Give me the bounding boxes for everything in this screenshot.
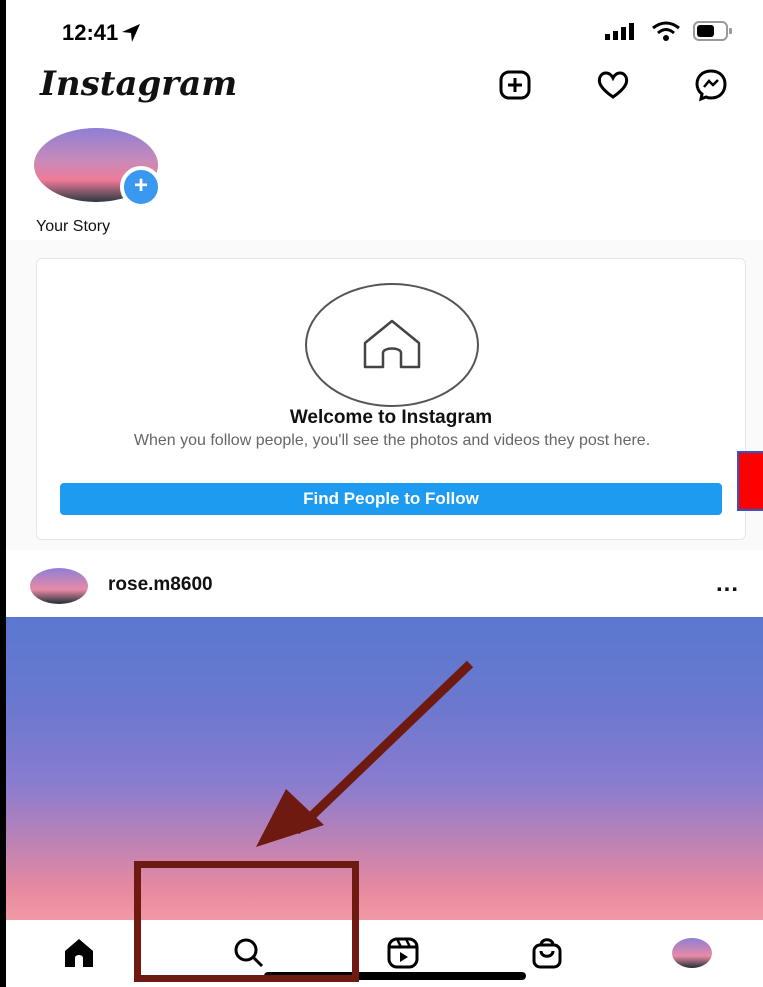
profile-avatar[interactable] — [672, 938, 712, 968]
status-time: 12:41 — [62, 20, 119, 45]
your-story-label: Your Story — [36, 218, 111, 235]
post-avatar[interactable] — [30, 568, 88, 604]
messenger-icon[interactable] — [694, 68, 728, 102]
more-options-icon[interactable]: ... — [716, 570, 739, 598]
battery-icon — [693, 21, 732, 41]
shop-icon[interactable] — [530, 936, 564, 970]
location-arrow-icon — [122, 24, 140, 42]
status-bar: 12:41 — [6, 0, 763, 60]
welcome-home-icon — [305, 283, 479, 407]
phone-screen: 12:41 Instagram + Your Story Welcome to … — [6, 0, 763, 987]
reels-icon[interactable] — [386, 936, 420, 970]
welcome-description: When you follow people, you'll see the p… — [133, 432, 651, 449]
heart-icon[interactable] — [596, 68, 630, 102]
post-image[interactable] — [6, 617, 763, 922]
add-story-icon[interactable]: + — [120, 166, 162, 208]
post-header: rose.m8600 ... — [6, 560, 763, 610]
post-username[interactable]: rose.m8600 — [108, 574, 213, 596]
instagram-logo: Instagram — [40, 64, 238, 104]
signal-icon — [605, 23, 634, 40]
wifi-icon — [652, 21, 680, 41]
find-people-button[interactable]: Find People to Follow — [60, 483, 722, 515]
welcome-title: Welcome to Instagram — [289, 407, 493, 428]
your-story[interactable]: + Your Story — [30, 128, 162, 236]
home-icon[interactable] — [62, 936, 96, 970]
red-marker — [737, 451, 763, 511]
annotation-highlight-box — [134, 861, 359, 982]
app-header: Instagram — [6, 60, 763, 120]
annotation-arrow — [256, 660, 474, 847]
story-avatar[interactable]: + — [34, 128, 162, 208]
welcome-card: Welcome to Instagram When you follow peo… — [36, 258, 746, 540]
plus-square-icon[interactable] — [498, 68, 532, 102]
